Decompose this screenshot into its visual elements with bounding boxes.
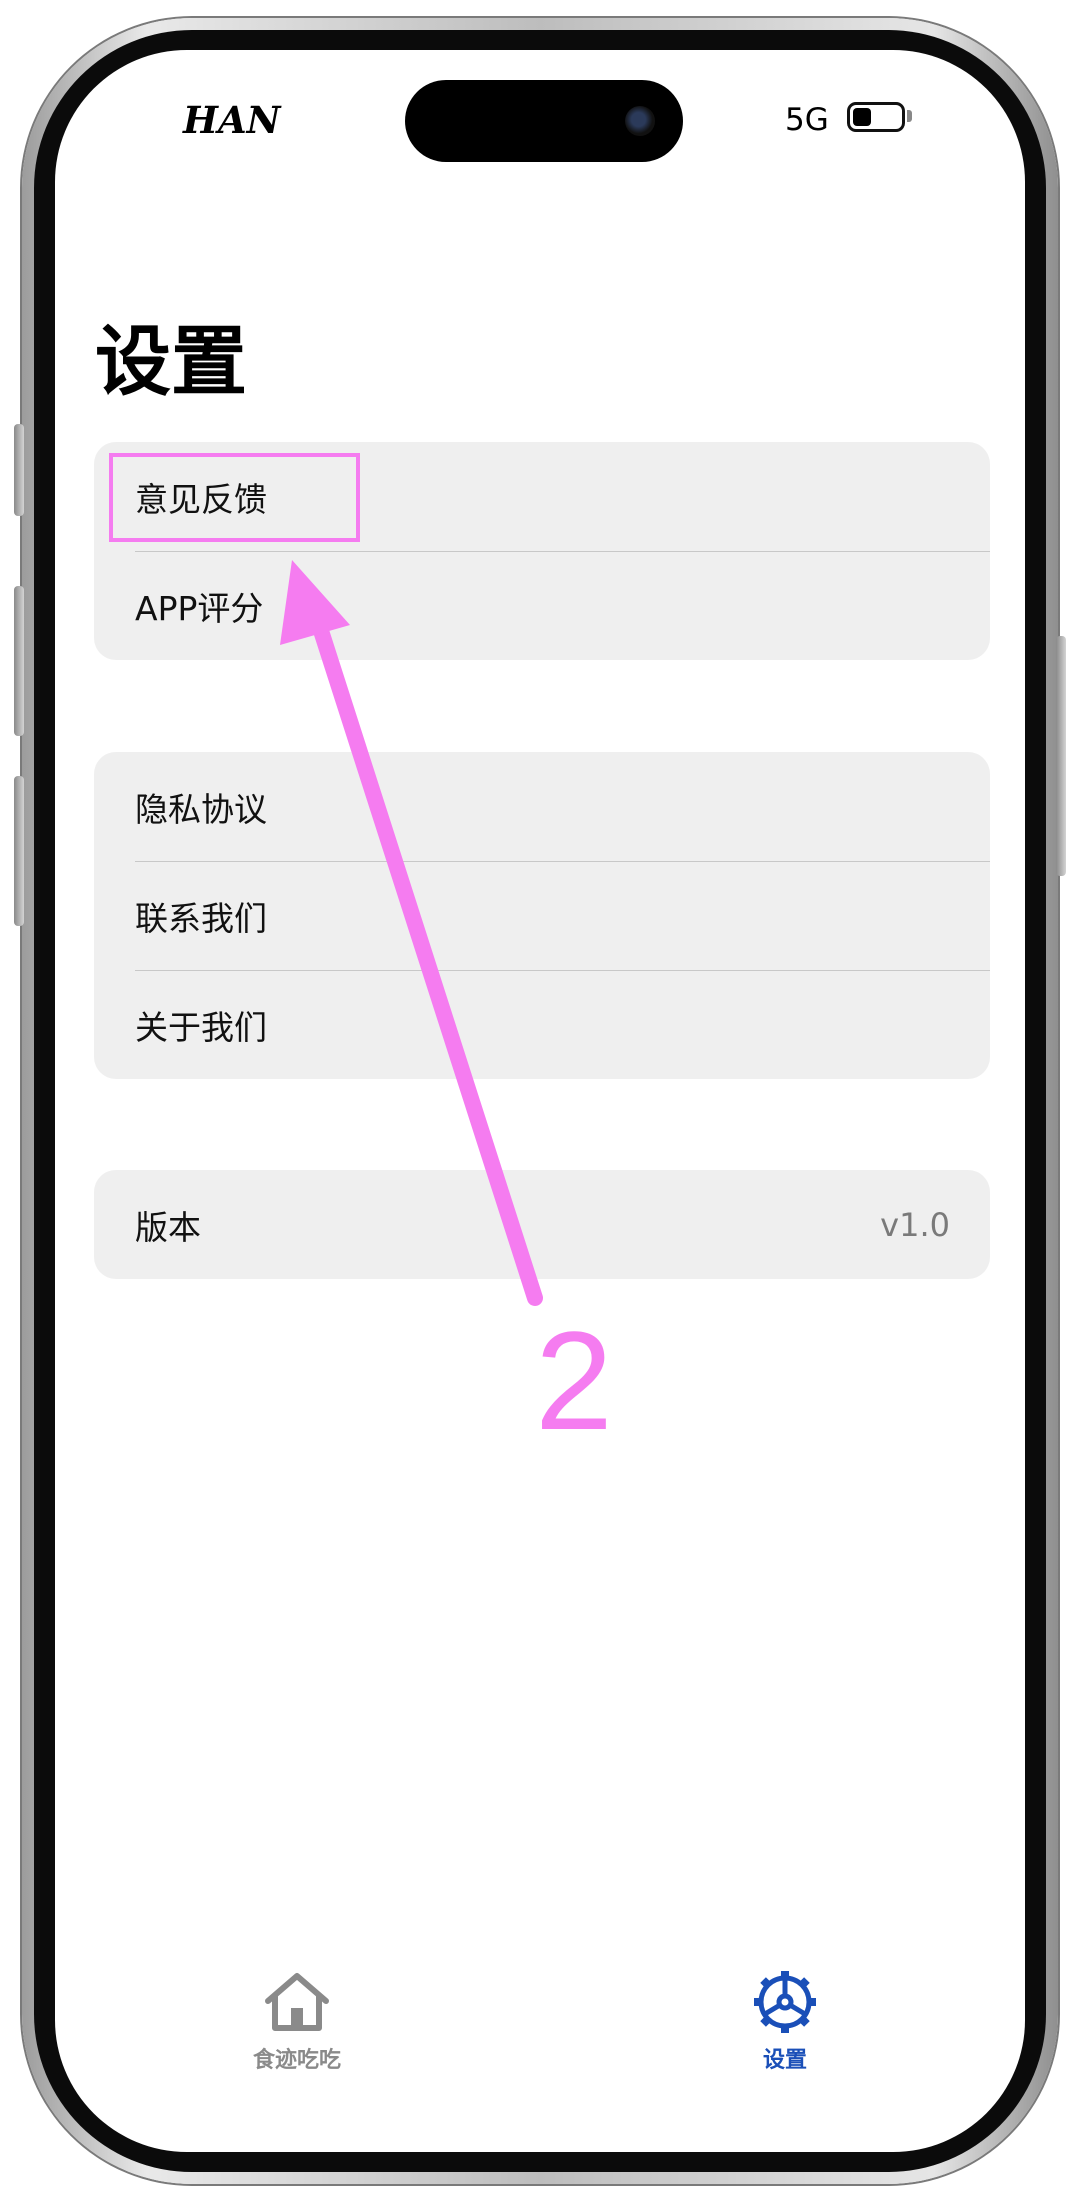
app-rating-row[interactable]: APP评分 [94,551,990,660]
about-us-label: 关于我们 [135,1007,267,1047]
tab-home[interactable]: 食迹吃吃 [207,1970,387,2074]
feedback-label: 意见反馈 [135,479,267,519]
gear-icon [754,1971,816,2033]
house-icon [265,1973,329,2031]
tab-home-label: 食迹吃吃 [252,2048,341,2073]
privacy-policy-label: 隐私协议 [135,789,267,829]
battery-level [853,108,871,126]
power-button [1056,636,1066,876]
camera-icon [625,106,655,136]
dynamic-island [405,80,683,162]
screen: HAN 5G 设置 意见反馈 APP评分 隐私协议 联系我们 关于我们 版本 v… [55,50,1025,2152]
tab-settings[interactable]: 设置 [695,1970,875,2074]
about-us-row[interactable]: 关于我们 [94,970,990,1079]
app-rating-label: APP评分 [135,588,264,628]
volume-up-button [14,586,24,736]
network-type: 5G [785,102,829,138]
contact-us-row[interactable]: 联系我们 [94,861,990,970]
feedback-row[interactable]: 意见反馈 [94,442,990,551]
silent-switch [14,424,24,516]
settings-group-version: 版本 v1.0 [94,1170,990,1279]
battery-icon [847,102,905,132]
settings-group-feedback: 意见反馈 APP评分 [94,442,990,660]
volume-down-button [14,776,24,926]
carrier-name: HAN [183,98,281,142]
version-row: 版本 v1.0 [94,1170,990,1279]
battery-nub [907,110,912,122]
settings-group-info: 隐私协议 联系我们 关于我们 [94,752,990,1079]
version-label: 版本 [135,1207,201,1247]
tab-settings-label: 设置 [762,2048,807,2073]
privacy-policy-row[interactable]: 隐私协议 [94,752,990,861]
annotation-step-number: 2 [535,1302,613,1459]
page-title: 设置 [95,317,247,406]
version-value: v1.0 [880,1205,950,1244]
contact-us-label: 联系我们 [135,898,267,938]
